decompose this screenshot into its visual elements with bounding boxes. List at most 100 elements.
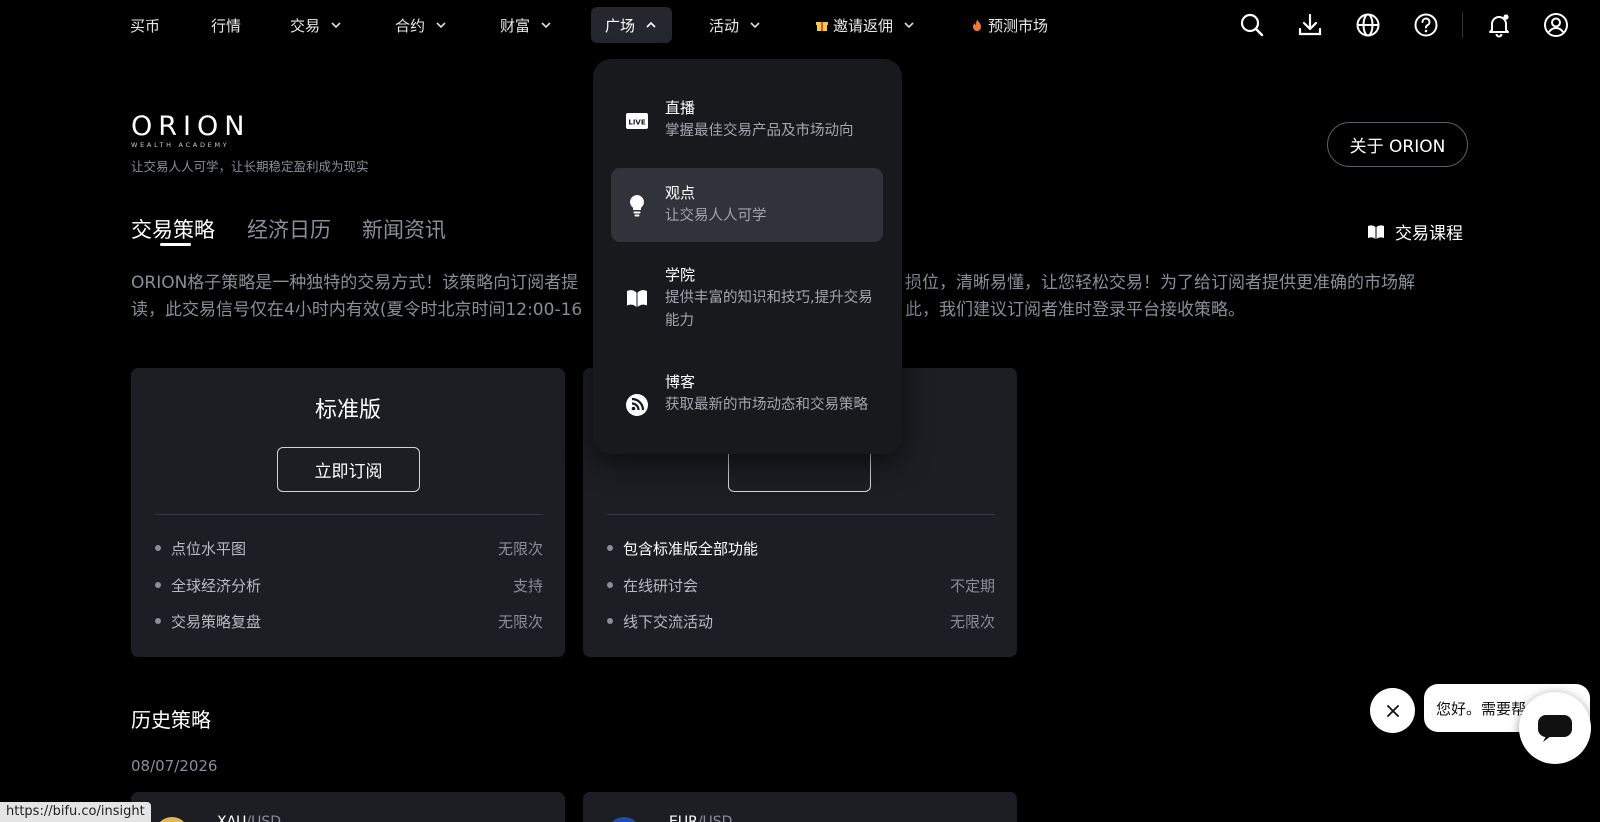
course-label: 交易课程	[1395, 224, 1463, 244]
nav-divider	[1462, 12, 1463, 38]
nav-label: 财富	[500, 16, 531, 35]
brand-logo[interactable]: ORION WEALTH ACADEMY	[131, 111, 251, 149]
pair-quote: /USD	[246, 814, 282, 822]
feature-row: 全球经济分析 支持	[155, 575, 543, 595]
menu-item-desc: 掌握最佳交易产品及市场动向	[665, 123, 854, 139]
description-line: 损位，清晰易懂，让您轻松交易！为了给订阅者提供更准确的市场解	[905, 273, 1415, 293]
nav-item-square[interactable]: 广场	[591, 7, 673, 43]
menu-item-desc: 让交易人人可学	[665, 208, 767, 224]
history-title: 历史策略	[131, 708, 211, 732]
tab-calendar[interactable]: 经济日历	[247, 214, 331, 244]
chat-launcher-button[interactable]	[1519, 692, 1591, 764]
nav-label: 交易	[290, 16, 321, 35]
logo-subtitle: WEALTH ACADEMY	[131, 141, 230, 149]
nav-item-events[interactable]: 活动	[697, 7, 774, 43]
description-line: 此，我们建议订阅者准时登录平台接收策略。	[905, 300, 1245, 320]
nav-label: 广场	[605, 16, 636, 35]
nav-item-wealth[interactable]: 财富	[488, 7, 565, 43]
menu-item-blog[interactable]: 博客 获取最新的市场动态和交易策略	[611, 359, 883, 449]
subscribe-button[interactable]: 立即订阅	[277, 447, 420, 492]
pair-label: EUR/USD	[669, 814, 732, 822]
nav-label: 行情	[211, 16, 242, 35]
menu-item-title: 学院	[665, 266, 696, 284]
menu-item-title: 直播	[665, 99, 696, 117]
pair-base: EUR	[669, 814, 698, 822]
pair-label: XAU/USD	[217, 814, 281, 822]
feature-label: 在线研讨会	[607, 575, 698, 596]
nav-item-invite[interactable]: 邀请返佣	[803, 7, 928, 43]
history-date: 08/07/2026	[131, 757, 218, 775]
feature-value: 无限次	[497, 612, 543, 631]
brand-tagline: 让交易人人可学，让长期稳定盈利成为现实	[131, 159, 369, 174]
plan-card-standard: 标准版 立即订阅 点位水平图 无限次 全球经济分析 支持 交易策略复盘 无限次	[131, 368, 565, 657]
help-icon[interactable]	[1411, 10, 1441, 40]
svg-text:LIVE: LIVE	[628, 119, 645, 127]
bell-icon[interactable]	[1484, 10, 1514, 40]
logo-text: ORION	[131, 111, 251, 142]
history-card[interactable]: EUR/USD	[583, 792, 1017, 822]
divider	[155, 514, 543, 515]
menu-item-viewpoint[interactable]: 观点 让交易人人可学	[611, 168, 883, 242]
nav-item-trade[interactable]: 交易	[278, 7, 355, 43]
book-icon	[625, 286, 649, 310]
chevron-down-icon	[329, 18, 343, 32]
chevron-down-icon	[539, 18, 553, 32]
chat-close-button[interactable]	[1370, 688, 1415, 733]
nav-item-predict[interactable]: 预测市场	[958, 7, 1060, 43]
course-link[interactable]: 交易课程	[1367, 219, 1463, 244]
lightbulb-icon	[625, 193, 649, 217]
plan-title: 标准版	[314, 398, 381, 423]
gift-icon	[815, 18, 829, 32]
chevron-down-icon	[748, 18, 762, 32]
nav-label: 预测市场	[988, 16, 1049, 35]
live-icon: LIVE	[625, 109, 649, 133]
feature-value: 支持	[512, 576, 543, 595]
description-line: 读，此交易信号仅在4小时内有效(夏令时北京时间12:00-16	[131, 300, 583, 320]
nav-item-market[interactable]: 行情	[199, 7, 253, 43]
menu-item-live[interactable]: LIVE 直播 掌握最佳交易产品及市场动向	[611, 87, 883, 157]
nav-label: 活动	[709, 16, 740, 35]
feature-label: 包含标准版全部功能	[607, 538, 758, 559]
feature-row: 在线研讨会 不定期	[607, 575, 995, 595]
nav-item-futures[interactable]: 合约	[383, 7, 460, 43]
top-nav: 买币 行情 交易 合约 财富 广场 活动 邀请返佣 预测市场	[0, 0, 1600, 50]
divider	[607, 514, 995, 515]
status-bar-url: https://bifu.co/insight	[0, 802, 151, 822]
euro-flag-icon	[607, 817, 641, 822]
user-icon[interactable]	[1541, 10, 1571, 40]
chat-greeting-text: 您好。需要帮	[1436, 699, 1527, 718]
search-icon[interactable]	[1237, 10, 1267, 40]
menu-item-desc: 提供丰富的知识和技巧,提升交易能力	[665, 290, 873, 329]
menu-item-desc: 获取最新的市场动态和交易策略	[665, 397, 868, 413]
download-icon[interactable]	[1295, 10, 1325, 40]
chevron-down-icon	[434, 18, 448, 32]
nav-label: 合约	[395, 16, 426, 35]
menu-item-title: 观点	[665, 184, 696, 202]
blog-icon	[625, 393, 649, 417]
about-button[interactable]: 关于 ORION	[1327, 122, 1468, 167]
nav-label: 邀请返佣	[833, 16, 894, 35]
tab-strategy[interactable]: 交易策略	[131, 214, 215, 244]
tab-news[interactable]: 新闻资讯	[362, 214, 446, 244]
description-line: ORION格子策略是一种独特的交易方式！该策略向订阅者提	[131, 273, 579, 293]
gold-coin-icon	[155, 817, 189, 822]
menu-item-academy[interactable]: 学院 提供丰富的知识和技巧,提升交易能力	[611, 252, 883, 342]
book-icon	[1367, 224, 1385, 240]
feature-value: 无限次	[949, 612, 995, 631]
feature-label: 点位水平图	[155, 538, 246, 559]
square-dropdown-menu: LIVE 直播 掌握最佳交易产品及市场动向 观点 让交易人人可学 学院 提供丰富…	[593, 59, 902, 454]
feature-label: 线下交流活动	[607, 611, 713, 632]
feature-row: 交易策略复盘 无限次	[155, 611, 543, 631]
menu-item-title: 博客	[665, 373, 696, 391]
feature-value: 无限次	[497, 539, 543, 558]
history-card[interactable]: XAU/USD	[131, 792, 565, 822]
feature-label: 全球经济分析	[155, 575, 261, 596]
feature-value: 不定期	[949, 576, 995, 595]
globe-icon[interactable]	[1353, 10, 1383, 40]
chevron-up-icon	[644, 18, 658, 32]
pair-quote: /USD	[697, 814, 733, 822]
chat-icon	[1538, 715, 1572, 742]
feature-label: 交易策略复盘	[155, 611, 261, 632]
close-icon	[1386, 704, 1399, 717]
nav-item-buy[interactable]: 买币	[118, 7, 172, 43]
